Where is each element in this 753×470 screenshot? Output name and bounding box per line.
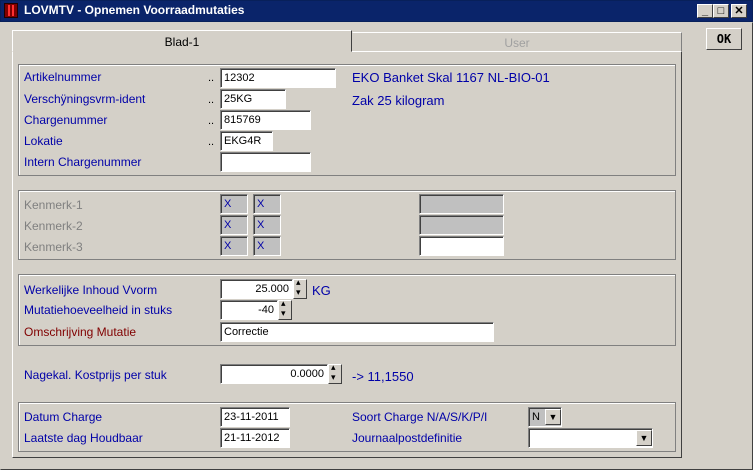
houdbaar-label: Laatste dag Houdbaar [24, 431, 143, 445]
hoeveelheid-input[interactable]: -40 [220, 300, 278, 320]
inhoud-input[interactable]: 25.000 [220, 279, 293, 299]
journaal-dropdown-icon[interactable]: ▼ [636, 430, 652, 446]
journaal-label: Journaalpostdefinitie [352, 431, 463, 445]
tab-blad-1[interactable]: Blad-1 [12, 30, 352, 52]
kostprijs-input[interactable]: 0.0000 [220, 364, 328, 384]
charge-input[interactable]: 815769 [220, 110, 311, 130]
kenmerk-2-label: Kenmerk-2 [24, 219, 83, 233]
datum-charge-label: Datum Charge [24, 410, 103, 424]
omschrijving-label: Omschrijving Mutatie [24, 325, 137, 339]
close-button[interactable]: ✕ [731, 4, 747, 18]
kostprijs-spinner[interactable] [328, 362, 342, 384]
kenmerk-3-b: X [253, 236, 281, 256]
app-icon[interactable] [4, 3, 18, 18]
intern-charge-input[interactable] [220, 152, 311, 172]
omschrijving-input[interactable]: Correctie [220, 322, 494, 342]
kostprijs-label: Nagekal. Kostprijs per stuk [24, 368, 167, 382]
vorm-input[interactable]: 25KG [220, 89, 286, 109]
kenmerk-3-a: X [220, 236, 248, 256]
charge-dots: .. [208, 115, 215, 127]
kenmerk-2-a: X [220, 215, 248, 235]
inhoud-label: Werkelijke Inhoud Vvorm [24, 283, 158, 297]
artikelnummer-dots: .. [208, 72, 215, 84]
window-title: LOVMTV - Opnemen Voorraadmutaties [24, 3, 245, 17]
artikel-description: EKO Banket Skal 1167 NL-BIO-01 [352, 70, 550, 85]
vorm-label: Verschÿningsvrm-ident [24, 92, 146, 106]
artikelnummer-input[interactable]: 12302 [220, 68, 336, 88]
vorm-description: Zak 25 kilogram [352, 93, 445, 108]
houdbaar-input[interactable]: 21-11-2012 [220, 428, 290, 448]
ok-button[interactable]: OK [706, 28, 742, 50]
intern-charge-label: Intern Chargenummer [24, 155, 142, 169]
kenmerk-3-label: Kenmerk-3 [24, 240, 83, 254]
vorm-dots: .. [208, 94, 215, 106]
lokatie-dots: .. [208, 136, 215, 148]
kenmerk-3-value[interactable] [419, 236, 504, 256]
soort-charge-value: N [532, 411, 540, 423]
kenmerk-2-b: X [253, 215, 281, 235]
hoeveelheid-label: Mutatiehoeveelheid in stuks [24, 303, 173, 317]
charge-label: Chargenummer [24, 113, 108, 127]
kenmerk-1-a: X [220, 194, 248, 214]
kenmerken-group [18, 190, 676, 260]
kenmerk-1-b: X [253, 194, 281, 214]
lokatie-label: Lokatie [24, 134, 63, 148]
maximize-button[interactable]: □ [713, 4, 729, 18]
soort-charge-label: Soort Charge N/A/S/K/P/I [352, 410, 488, 424]
artikelnummer-label: Artikelnummer [24, 70, 102, 84]
inhoud-unit: KG [312, 283, 331, 298]
kenmerk-2-value [419, 215, 504, 235]
inhoud-spinner[interactable] [293, 277, 307, 299]
datum-charge-input[interactable]: 23-11-2011 [220, 407, 290, 427]
lokatie-input[interactable]: EKG4R [220, 131, 273, 151]
journaal-select[interactable] [528, 428, 653, 448]
kostprijs-result: -> 11,1550 [352, 369, 414, 384]
tab-user[interactable]: User [352, 32, 682, 52]
minimize-button[interactable]: _ [697, 4, 713, 18]
kenmerk-1-value [419, 194, 504, 214]
kenmerk-1-label: Kenmerk-1 [24, 198, 83, 212]
hoeveelheid-spinner[interactable] [278, 298, 292, 320]
soort-charge-dropdown-icon[interactable]: ▼ [545, 409, 561, 425]
